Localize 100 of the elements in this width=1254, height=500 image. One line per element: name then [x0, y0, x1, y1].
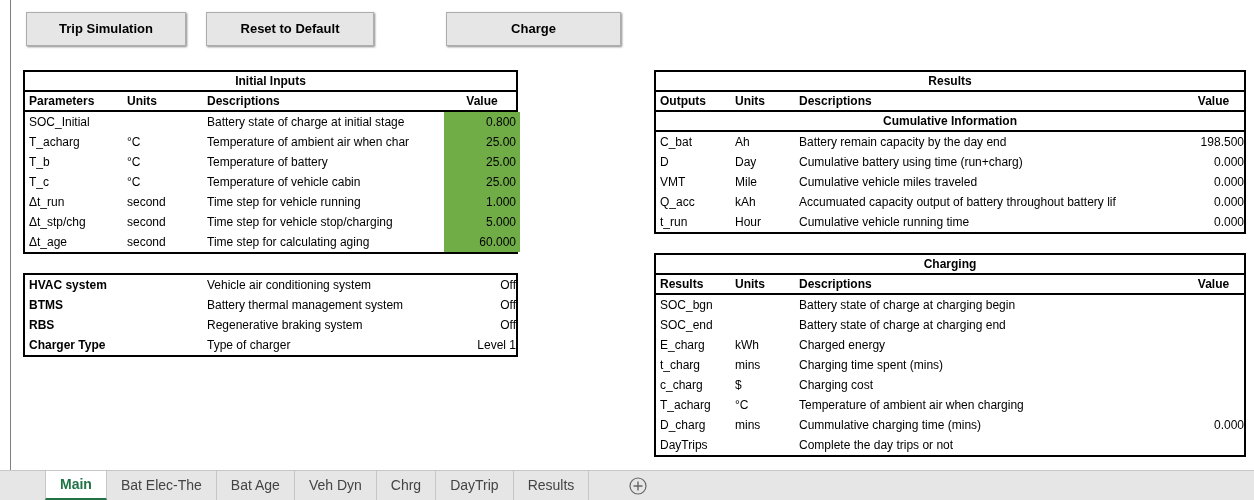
section-title: Cumulative Information [883, 113, 1017, 130]
table-cell-text: Time step for vehicle stop/charging [207, 214, 393, 231]
table-cell-text: °C [127, 174, 141, 191]
table-cell-text: °C [127, 154, 141, 171]
table-cell-text: Type of charger [207, 337, 291, 354]
table-cell-text: Time step for calculating aging [207, 234, 370, 251]
table-cell-text: HVAC system [29, 277, 107, 294]
table-cell-text: DayTrips [660, 437, 708, 454]
table-cell-text: $ [735, 377, 742, 394]
table-cell-text: 5.000 [485, 214, 516, 231]
add-sheet-icon[interactable] [629, 476, 648, 495]
sheet-tab[interactable]: DayTrip [436, 471, 514, 500]
table-cell-text: Charger Type [29, 337, 106, 354]
table-cell-text: Temperature of battery [207, 154, 328, 171]
sheet-tab[interactable]: Chrg [376, 471, 437, 500]
table-cell-text: SOC_end [660, 317, 713, 334]
table-cell-text: second [127, 194, 166, 211]
sheet-tab[interactable]: Results [513, 471, 590, 500]
table-cell-text: Hour [735, 214, 761, 231]
table-cell-text: kAh [735, 194, 756, 211]
table-cell-text: Charging time spent (mins) [799, 357, 944, 374]
column-header: Units [735, 277, 765, 291]
table-cell-text: Q_acc [660, 194, 695, 211]
table-cell-text: C_bat [660, 134, 693, 151]
column-header: Value [1197, 94, 1230, 108]
table-cell-text: Vehicle air conditioning system [207, 277, 372, 294]
column-header: Descriptions [799, 277, 872, 291]
table-cell-text: Mile [735, 174, 757, 191]
action-button[interactable]: Reset to Default [206, 12, 374, 46]
column-header: Value [1197, 277, 1230, 291]
table-cell-text: Temperature of vehicle cabin [207, 174, 361, 191]
column-header: Descriptions [207, 94, 280, 108]
sheet-tab[interactable]: Main [45, 471, 107, 500]
table-cell-text: Off [500, 297, 516, 314]
table-cell-text: Battery remain capacity by the day end [799, 134, 1007, 151]
table-cell-text: t_run [660, 214, 688, 231]
table-cell-text: t_charg [660, 357, 701, 374]
table-cell-text: SOC_bgn [660, 297, 713, 314]
table-cell-text: D_charg [660, 417, 706, 434]
column-header: Outputs [660, 94, 706, 108]
table-cell-text: Battery state of charge at initial stage [207, 114, 405, 131]
table-cell-text: mins [735, 357, 761, 374]
table-cell-text: Battery state of charge at charging begin [799, 297, 1016, 314]
table-cell-text: Cumulative vehicle miles traveled [799, 174, 978, 191]
column-header: Results [660, 277, 704, 291]
action-button[interactable]: Trip Simulation [26, 12, 186, 46]
table-cell-text: Temperature of ambient air when charging [799, 397, 1024, 414]
table-cell-text: 0.800 [485, 114, 516, 131]
table-cell-text: RBS [29, 317, 55, 334]
table-title: Initial Inputs [235, 73, 306, 90]
table-cell-text: 0.000 [1213, 214, 1244, 231]
table-cell-text: Regenerative braking system [207, 317, 363, 334]
column-header: Units [735, 94, 765, 108]
table-cell-text: E_charg [660, 337, 705, 354]
table-cell-text: D [660, 154, 669, 171]
table-cell-text: Temperature of ambient air when char [207, 134, 410, 151]
table-cell-text: T_b [29, 154, 50, 171]
table-cell-text: BTMS [29, 297, 63, 314]
table-cell-text: Level 1 [477, 337, 516, 354]
table-cell-text: 1.000 [485, 194, 516, 211]
column-header: Parameters [29, 94, 95, 108]
sheet-tab[interactable]: Veh Dyn [294, 471, 377, 500]
table-cell-text: T_c [29, 174, 49, 191]
table-cell-text: Ah [735, 134, 750, 151]
column-header: Units [127, 94, 157, 108]
table-cell-text: SOC_Initial [29, 114, 90, 131]
column-header: Value [466, 94, 498, 108]
table-cell-text: Cumulative battery using time (run+charg) [799, 154, 1023, 171]
action-button[interactable]: Charge [446, 12, 621, 46]
table-cell-text: second [127, 234, 166, 251]
table-cell-text: °C [735, 397, 749, 414]
table-cell-text: Δt_stp/chg [29, 214, 86, 231]
table-cell-text: Charged energy [799, 337, 886, 354]
table-cell-text: 25.00 [485, 174, 516, 191]
table-cell-text: Cumulative vehicle running time [799, 214, 970, 231]
table-cell-text: Time step for vehicle running [207, 194, 361, 211]
table-cell-text: 198.500 [1200, 134, 1244, 151]
table-cell-text: T_acharg [660, 397, 711, 414]
sheet-tab[interactable]: Bat Age [216, 471, 295, 500]
table-cell-text: kWh [735, 337, 759, 354]
table-title: Charging [923, 256, 977, 273]
table-cell-text: °C [127, 134, 141, 151]
table-cell-text: 0.000 [1213, 417, 1244, 434]
table-cell-text: Battery thermal management system [207, 297, 404, 314]
table-cell-text: Δt_age [29, 234, 68, 251]
table-cell-text: 0.000 [1213, 194, 1244, 211]
table-cell-text: mins [735, 417, 761, 434]
table-cell-text: c_charg [660, 377, 703, 394]
table-cell-text: Day [735, 154, 757, 171]
table-cell-text: Complete the day trips or not [799, 437, 954, 454]
sheet-tab[interactable]: Bat Elec-The [106, 471, 217, 500]
table-cell-text: Cummulative charging time (mins) [799, 417, 982, 434]
table-cell-text: Battery state of charge at charging end [799, 317, 1006, 334]
table-cell-text: VMT [660, 174, 686, 191]
table-cell-text: 25.00 [485, 134, 516, 151]
table-cell-text: 60.000 [479, 234, 516, 251]
table-cell-text: Charging cost [799, 377, 874, 394]
table-cell-text: second [127, 214, 166, 231]
table-cell-text: 0.000 [1213, 174, 1244, 191]
table-cell-text: 0.000 [1213, 154, 1244, 171]
